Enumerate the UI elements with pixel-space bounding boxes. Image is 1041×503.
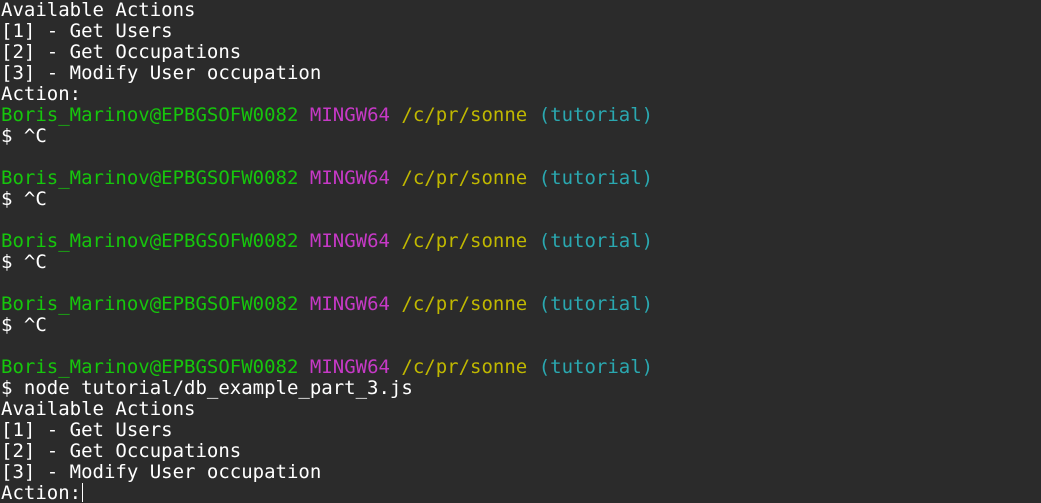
prompt-system: MINGW64 <box>309 104 390 126</box>
terminal-window[interactable]: Available Actions [1] - Get Users [2] - Ge… <box>0 0 1041 503</box>
prompt-branch: (tutorial) <box>538 167 654 189</box>
prompt-line: Boris_Marinov@EPBGSOFW0082 MINGW64 /c/pr… <box>1 357 1041 378</box>
prompt-path: /c/pr/sonne <box>401 167 528 189</box>
output-line: $ ^C <box>1 125 47 147</box>
output-line: Available Actions <box>1 0 196 21</box>
prompt-branch: (tutorial) <box>538 356 654 378</box>
output-line: [2] - Get Occupations <box>1 41 242 63</box>
prompt-user: Boris_Marinov@EPBGSOFW0082 <box>1 104 299 126</box>
prompt-user: Boris_Marinov@EPBGSOFW0082 <box>1 167 299 189</box>
input-line: Action: <box>1 483 1041 503</box>
prompt-line: Boris_Marinov@EPBGSOFW0082 MINGW64 /c/pr… <box>1 231 1041 252</box>
output-line: $ node tutorial/db_example_part_3.js <box>1 377 413 399</box>
prompt-system: MINGW64 <box>309 293 390 315</box>
prompt-line: Boris_Marinov@EPBGSOFW0082 MINGW64 /c/pr… <box>1 105 1041 126</box>
prompt-user: Boris_Marinov@EPBGSOFW0082 <box>1 356 299 378</box>
prompt-line: Boris_Marinov@EPBGSOFW0082 MINGW64 /c/pr… <box>1 294 1041 315</box>
prompt-line: Boris_Marinov@EPBGSOFW0082 MINGW64 /c/pr… <box>1 168 1041 189</box>
output-line: [3] - Modify User occupation <box>1 62 322 84</box>
output-line: Action: <box>1 83 82 105</box>
prompt-system: MINGW64 <box>309 167 390 189</box>
prompt-branch: (tutorial) <box>538 104 654 126</box>
text-cursor[interactable] <box>82 483 84 502</box>
prompt-path: /c/pr/sonne <box>401 230 528 252</box>
prompt-user: Boris_Marinov@EPBGSOFW0082 <box>1 293 299 315</box>
output-line: [2] - Get Occupations <box>1 440 242 462</box>
output-line: $ ^C <box>1 314 47 336</box>
prompt-path: /c/pr/sonne <box>401 293 528 315</box>
prompt-system: MINGW64 <box>309 356 390 378</box>
prompt-user: Boris_Marinov@EPBGSOFW0082 <box>1 230 299 252</box>
prompt-branch: (tutorial) <box>538 230 654 252</box>
prompt-system: MINGW64 <box>309 230 390 252</box>
output-line: [3] - Modify User occupation <box>1 461 322 483</box>
input-prompt-text: Action: <box>1 482 82 503</box>
output-line: $ ^C <box>1 251 47 273</box>
prompt-path: /c/pr/sonne <box>401 104 528 126</box>
output-line: [1] - Get Users <box>1 419 173 441</box>
output-line: Available Actions <box>1 398 196 420</box>
output-line: [1] - Get Users <box>1 20 173 42</box>
output-line: $ ^C <box>1 188 47 210</box>
prompt-branch: (tutorial) <box>538 293 654 315</box>
prompt-path: /c/pr/sonne <box>401 356 528 378</box>
